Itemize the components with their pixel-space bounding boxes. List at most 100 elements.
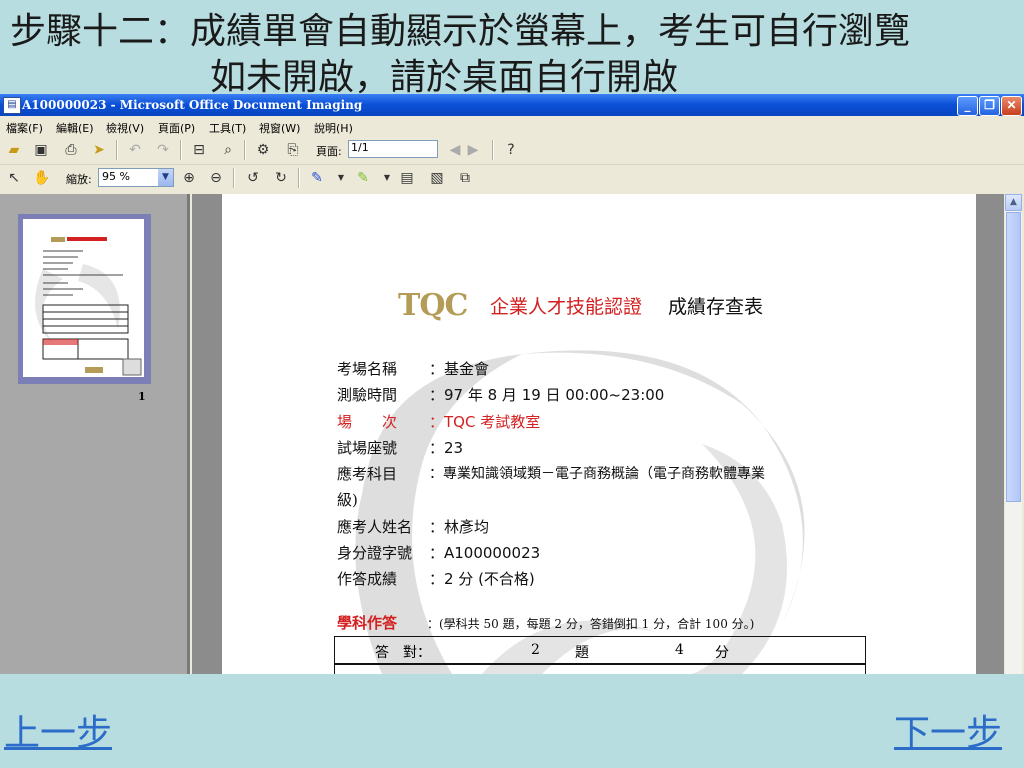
print-icon[interactable]: ⎙ — [60, 139, 82, 161]
open-icon[interactable]: ▰ — [3, 139, 25, 161]
score-count: 2 — [531, 642, 540, 658]
page-thumbnail[interactable] — [18, 214, 151, 384]
next-page-icon[interactable]: ▶ — [462, 139, 484, 161]
heading-line-2: 如未開啟，請於桌面自行開啟 — [210, 57, 679, 98]
tqc-logo: TQC — [398, 288, 468, 323]
score-table: 答 對： 2 題 4 分 — [334, 636, 866, 674]
field-label: 級) — [337, 491, 358, 509]
toolbar-separator — [492, 140, 494, 160]
standard-toolbar: ▰ ▣ ⎙ ➤ ↶ ↷ ⊟ ⌕ ⚙ ⎘ 頁面: 1/1 ◀ ▶ ? — [0, 136, 1024, 165]
toolbar-separator — [116, 140, 118, 160]
previous-step-link[interactable]: 上一步 — [4, 704, 112, 756]
text-box-icon[interactable]: ▤ — [396, 167, 418, 189]
chevron-down-icon[interactable]: ▼ — [158, 169, 173, 186]
annotation-toolbar: ↖ ✋ 縮放: 95 % ▼ ⊕ ⊖ ↺ ↻ ✎ ▼ ✎ ▼ ▤ ▧ ⧉ — [0, 165, 1024, 191]
section-label: 學科作答 — [337, 614, 398, 632]
field-label: 考場名稱 — [337, 360, 398, 378]
pen-dropdown-icon[interactable]: ▼ — [330, 167, 352, 189]
thumbnail-pane: 1 — [0, 194, 190, 674]
score-points: 4 — [675, 642, 684, 658]
thumbnail-page-number: 1 — [138, 390, 146, 403]
minimize-button[interactable]: _ — [957, 96, 978, 116]
highlighter-dropdown-icon[interactable]: ▼ — [376, 167, 398, 189]
pen-icon[interactable]: ✎ — [306, 167, 328, 189]
zoom-select[interactable]: 95 % ▼ — [98, 168, 174, 187]
scroll-up-icon[interactable]: ▲ — [1005, 194, 1022, 211]
menu-help[interactable]: 說明(H) — [314, 120, 353, 136]
help-icon[interactable]: ? — [500, 139, 522, 161]
window-title: A100000023 - Microsoft Office Document I… — [22, 98, 363, 112]
rotate-right-icon[interactable]: ↻ — [270, 167, 292, 189]
section-note: ：(學科共 50 題，每題 2 分，答錯倒扣 1 分，合計 100 分。) — [427, 617, 755, 631]
score-label: 答 對： — [375, 645, 431, 661]
zoom-in-icon[interactable]: ⊕ — [178, 167, 200, 189]
undo-icon[interactable]: ↶ — [124, 139, 146, 161]
field-label: 測驗時間 — [337, 386, 398, 404]
document-page: TQC 企業人才技能認證 成績存查表 考場名稱 ：基金會 測驗時間 ：97 年 … — [222, 194, 976, 674]
toolbar-separator — [180, 140, 182, 160]
save-icon[interactable]: ▣ — [30, 139, 52, 161]
field-label: 身分證字號 — [337, 544, 413, 562]
menu-bar: 檔案(F) 編輯(E) 檢視(V) 頁面(P) 工具(T) 視窗(W) 說明(H… — [0, 116, 1024, 136]
field-label: 應考人姓名 — [337, 518, 413, 536]
field-value: ：A100000023 — [429, 544, 541, 562]
heading-line-1: 步驟十二：成績單會自動顯示於螢幕上，考生可自行瀏覽 — [10, 11, 911, 52]
reading-view-icon[interactable]: ⧉ — [454, 167, 476, 189]
toolbar-separator — [233, 168, 235, 188]
field-value: ：基金會 — [429, 360, 490, 378]
pan-hand-icon[interactable]: ✋ — [31, 167, 53, 189]
document-title-red: 企業人才技能認證 — [490, 296, 643, 318]
menu-edit[interactable]: 編輯(E) — [56, 120, 94, 136]
scan-icon[interactable]: ⊟ — [188, 139, 210, 161]
app-window: ▤ A100000023 - Microsoft Office Document… — [0, 94, 1024, 674]
field-label: 作答成績 — [337, 570, 398, 588]
field-value: ：2 分 (不合格) — [429, 570, 535, 588]
restore-button[interactable]: ❐ — [979, 96, 1000, 116]
field-label: 場 次 — [337, 413, 398, 431]
find-icon[interactable]: ⌕ — [217, 139, 239, 161]
field-value: ：97 年 8 月 19 日 00:00~23:00 — [429, 386, 665, 404]
send-to-word-icon[interactable]: ⎘ — [282, 139, 304, 161]
menu-file[interactable]: 檔案(F) — [6, 120, 43, 136]
highlighter-icon[interactable]: ✎ — [352, 167, 374, 189]
document-viewer[interactable]: TQC 企業人才技能認證 成績存查表 考場名稱 ：基金會 測驗時間 ：97 年 … — [192, 194, 1004, 674]
menu-page[interactable]: 頁面(P) — [158, 120, 195, 136]
toolbar-separator — [298, 168, 300, 188]
title-bar[interactable]: ▤ A100000023 - Microsoft Office Document… — [0, 94, 1024, 116]
zoom-value: 95 % — [102, 170, 130, 183]
toolbar-separator — [244, 140, 246, 160]
vertical-scrollbar[interactable]: ▲ — [1005, 194, 1022, 674]
table-row: 答 對： 2 題 4 分 — [335, 637, 865, 665]
score-unit-questions: 題 — [575, 645, 589, 661]
slide-heading: 步驟十二：成績單會自動顯示於螢幕上，考生可自行瀏覽 如未開啟，請於桌面自行開啟 — [0, 0, 1024, 98]
field-value: ：林彥均 — [429, 518, 490, 536]
insert-picture-icon[interactable]: ▧ — [426, 167, 448, 189]
zoom-label: 縮放: — [66, 173, 92, 186]
score-unit-points: 分 — [715, 645, 729, 661]
thumbnail-preview — [35, 237, 142, 376]
recognize-text-icon[interactable]: ⚙ — [252, 139, 274, 161]
field-label: 試場座號 — [337, 439, 398, 457]
app-icon[interactable]: ▤ — [3, 97, 21, 114]
document-title-black: 成績存查表 — [668, 296, 764, 318]
scrollbar-thumb[interactable] — [1006, 212, 1021, 502]
redo-icon[interactable]: ↷ — [152, 139, 174, 161]
page-label: 頁面: — [316, 145, 342, 158]
close-button[interactable]: ✕ — [1001, 96, 1022, 116]
field-value: ：TQC 考試教室 — [429, 413, 541, 431]
rotate-left-icon[interactable]: ↺ — [242, 167, 264, 189]
page-number-input[interactable]: 1/1 — [348, 140, 438, 158]
field-value: ：專業知識領域類－電子商務概論（電子商務軟體專業 — [429, 466, 765, 482]
watermark-swirl — [355, 350, 805, 674]
field-value: ：23 — [429, 439, 464, 457]
menu-tools[interactable]: 工具(T) — [209, 120, 246, 136]
send-icon[interactable]: ➤ — [88, 139, 110, 161]
slide-navigation: 上一步 下一步 — [0, 674, 1024, 768]
thumbnail-paper — [23, 219, 144, 377]
menu-window[interactable]: 視窗(W) — [259, 120, 300, 136]
zoom-out-icon[interactable]: ⊖ — [205, 167, 227, 189]
field-label: 應考科目 — [337, 465, 398, 483]
next-step-link[interactable]: 下一步 — [894, 704, 1002, 756]
select-pointer-icon[interactable]: ↖ — [3, 167, 25, 189]
menu-view[interactable]: 檢視(V) — [106, 120, 144, 136]
